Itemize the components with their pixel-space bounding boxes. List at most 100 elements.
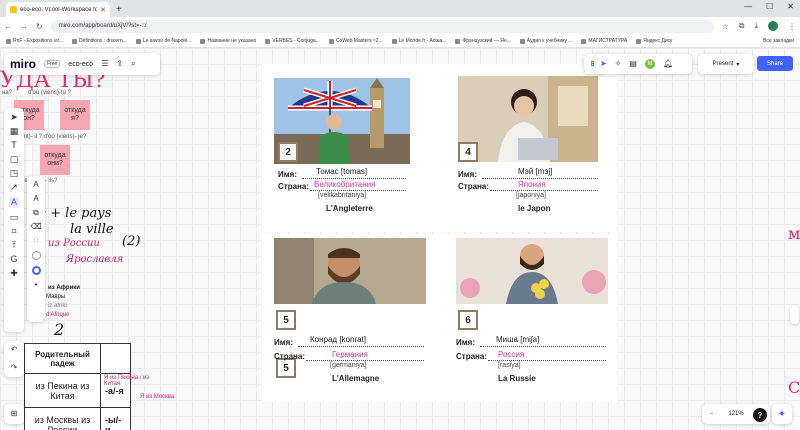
bookmark-item[interactable]: Яндекс Диск xyxy=(636,38,672,44)
color-swatch[interactable] xyxy=(31,251,41,260)
name-dotted-line xyxy=(480,346,606,347)
card-number-badge: 4 xyxy=(458,142,478,162)
person-card[interactable]: 4 Имя: Мэй [mэj] Страна: Япония [japoniy… xyxy=(452,74,602,224)
miro-favicon-icon xyxy=(10,6,17,13)
forward-icon[interactable]: → xyxy=(20,22,28,31)
search-icon[interactable]: ⌕ xyxy=(131,60,135,68)
minimize-icon[interactable]: — xyxy=(744,2,752,11)
note-top-left: на? xyxy=(2,90,12,96)
marker-icon[interactable]: A xyxy=(33,195,38,203)
new-tab-button[interactable]: + xyxy=(116,3,122,17)
sticky-note[interactable]: откуда я? xyxy=(60,100,90,130)
pen-icon[interactable]: A xyxy=(8,197,19,208)
browser-tab-title: eco-eco, Vi:ool-Workspace for xyxy=(20,6,98,13)
country-name: Германия xyxy=(332,350,368,359)
undo-icon[interactable]: ↶ xyxy=(11,346,18,354)
export-icon[interactable]: ⇪ xyxy=(116,60,123,68)
bookmark-item[interactable]: RnF - Expositions vir... xyxy=(6,38,63,44)
bookmark-item[interactable]: МАГИСТРАТУРА xyxy=(581,38,627,44)
text-dafrique: d'Afrique xyxy=(46,312,70,318)
user-avatar[interactable]: M xyxy=(644,59,655,69)
transliteration: [velikabritaniya] xyxy=(318,192,367,199)
window-controls: — ☐ ✕ xyxy=(744,2,794,11)
person-card[interactable]: 2 Имя: Томас [tomas] Страна: Великобрита… xyxy=(270,74,410,224)
color-swatch-selected[interactable] xyxy=(31,266,41,275)
profile-avatar[interactable] xyxy=(768,21,778,31)
stroke-size-icon[interactable]: • xyxy=(35,281,38,289)
menu-dots-icon[interactable]: ⋮ xyxy=(788,22,796,31)
back-icon[interactable]: ← xyxy=(4,22,12,31)
highlighter-icon[interactable]: ⧉ xyxy=(33,209,39,217)
bookmark-item[interactable]: Définitions : discern... xyxy=(72,38,127,44)
extensions-icon[interactable]: ⧉ xyxy=(739,21,745,31)
sticky-note[interactable]: откуда они? xyxy=(40,145,70,175)
google-icon[interactable]: G xyxy=(10,255,17,264)
board-name[interactable]: eco-eco xyxy=(68,61,93,68)
help-button[interactable]: ? xyxy=(753,408,767,422)
all-bookmarks-link[interactable]: Все закладки xyxy=(763,38,794,44)
table-cell: из Москвы из России xyxy=(24,407,101,430)
edge-handwriting: м xyxy=(788,224,800,243)
country-dotted-line xyxy=(490,190,598,191)
handwriting-number: (2) xyxy=(122,234,141,249)
board-canvas[interactable]: УДА ТЫ? на? d'où (viens)-tu ? откуда он?… xyxy=(0,48,800,430)
hamburger-menu-icon[interactable]: ☰ xyxy=(101,60,108,68)
handwriting-pink: из России xyxy=(48,238,100,249)
plan-badge[interactable]: Free xyxy=(44,60,61,68)
bookmark-item[interactable]: Французский — Ян... xyxy=(455,38,511,44)
url-field[interactable]: miro.com/app/board/uXjV/?st=-::/ xyxy=(50,19,714,33)
shapes-icon[interactable]: ◳ xyxy=(10,169,19,178)
ai-assist-icon[interactable]: ✦ xyxy=(772,404,792,424)
side-panel-toggle[interactable] xyxy=(790,306,799,324)
undo-redo-panel: ↶ ↷ xyxy=(4,341,24,377)
table-icon[interactable]: ▦ xyxy=(10,127,19,136)
present-button[interactable]: Present ▾ xyxy=(698,54,754,74)
close-tab-icon[interactable]: ✕ xyxy=(100,6,106,14)
browser-tab[interactable]: eco-eco, Vi:ool-Workspace for ✕ xyxy=(6,2,110,17)
bookmark-item[interactable]: Аудио к учебнику ... xyxy=(519,38,572,44)
zoom-level[interactable]: 121% xyxy=(728,411,743,417)
present-label: Present xyxy=(712,61,734,67)
pen-tool-icon[interactable]: A xyxy=(33,181,38,189)
zoom-out-icon[interactable]: − xyxy=(710,411,714,417)
bookmark-item[interactable]: VERBES - Conjuga... xyxy=(265,38,320,44)
comments-icon[interactable]: ▤ xyxy=(629,60,637,68)
notifications-icon[interactable]: 🔔︎ xyxy=(663,60,673,68)
plus-icon[interactable]: ✚ xyxy=(10,269,18,278)
upload-icon[interactable]: ⤒ xyxy=(12,241,16,250)
eraser-icon[interactable]: ⌫ xyxy=(30,223,41,231)
bookmark-item[interactable]: Le Monde.fr - Actua... xyxy=(391,38,446,44)
handwriting-pink: Ярославля xyxy=(66,254,124,265)
text-mavr: Мавры xyxy=(46,294,66,300)
close-window-icon[interactable]: ✕ xyxy=(787,2,794,11)
name-label: Имя: xyxy=(458,170,477,179)
chevron-down-icon: ▾ xyxy=(736,61,740,68)
frame-icon[interactable]: ⌗ xyxy=(11,227,16,236)
transliteration: [japoniya] xyxy=(516,192,546,199)
man-photo-icon xyxy=(274,238,426,304)
person-card-text: Имя: Миша [miʃa] Страна: Россия [rasiya]… xyxy=(452,330,612,390)
lasso-icon[interactable]: ◌ xyxy=(34,237,39,245)
cursor-icon[interactable]: ➤ xyxy=(600,60,607,68)
comment-icon[interactable]: ▭ xyxy=(10,213,19,222)
sticky-note-icon[interactable]: ▢ xyxy=(10,155,19,164)
transliteration: [germaniya] xyxy=(330,362,367,369)
maximize-icon[interactable]: ☐ xyxy=(766,2,773,11)
reload-icon[interactable]: ↻ xyxy=(36,22,43,31)
download-icon[interactable]: ⤓ xyxy=(754,21,758,31)
bookmark-item[interactable]: Название не указано xyxy=(200,38,256,44)
text-africa: из Африки xyxy=(48,285,80,291)
text-icon[interactable]: T xyxy=(11,141,17,150)
board-grid-icon[interactable]: ⊞ xyxy=(11,410,18,418)
share-button[interactable]: Share xyxy=(757,56,793,71)
bookmark-item[interactable]: Le savoir de Napolé... xyxy=(135,38,191,44)
person-card-text: Имя: Конрад [konrat] Страна: Германия [g… xyxy=(270,330,430,390)
select-cursor-icon[interactable]: ➤ xyxy=(10,113,18,122)
redo-icon[interactable]: ↷ xyxy=(11,364,18,372)
cafe-photo-icon xyxy=(458,76,598,162)
connector-icon[interactable]: ↗ xyxy=(10,183,18,192)
bookmark-item[interactable]: CoWeb Masters ≈2... xyxy=(328,38,383,44)
miro-logo[interactable]: miro xyxy=(10,57,36,71)
reactions-icon[interactable]: ✧ xyxy=(615,60,622,68)
bookmark-star-icon[interactable]: ☆ xyxy=(722,22,729,31)
